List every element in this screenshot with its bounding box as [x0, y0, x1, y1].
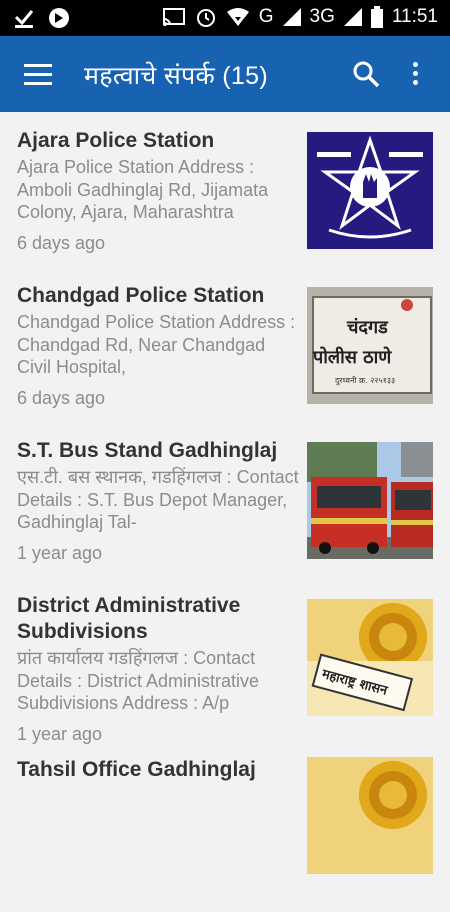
- network-type-label-2: 3G: [309, 6, 335, 27]
- app-bar: महत्वाचे संपर्क (15): [0, 36, 450, 112]
- more-vert-icon[interactable]: [410, 62, 420, 90]
- list-item[interactable]: S.T. Bus Stand Gadhinglaj एस.टी. बस स्था…: [0, 422, 450, 577]
- item-age: 1 year ago: [17, 724, 103, 744]
- item-age: 1 year ago: [17, 543, 103, 563]
- status-bar: G 3G 11:51: [0, 0, 450, 36]
- search-icon[interactable]: [352, 60, 380, 88]
- list-item[interactable]: Tahsil Office Gadhinglaj: [0, 757, 450, 912]
- item-description: प्रांत कार्यालय गडहिंगलज : Contact Detai…: [17, 648, 260, 713]
- contact-list: Ajara Police Station Ajara Police Statio…: [0, 112, 450, 912]
- item-title: Tahsil Office Gadhinglaj: [17, 758, 256, 781]
- item-description: एस.टी. बस स्थानक, गडहिंगलज : Contact Det…: [17, 467, 299, 532]
- item-age: 6 days ago: [17, 388, 106, 408]
- buses-thumbnail: [307, 442, 433, 559]
- wifi-icon: [226, 8, 249, 26]
- item-age: 6 days ago: [17, 233, 106, 253]
- signal-icon: [282, 8, 301, 26]
- list-item[interactable]: Chandgad Police Station Chandgad Police …: [0, 267, 450, 422]
- battery-icon: [370, 6, 383, 28]
- signal-icon-2: [343, 8, 362, 26]
- download-done-icon: [14, 10, 34, 28]
- item-title: S.T. Bus Stand Gadhinglaj: [17, 439, 278, 462]
- list-item[interactable]: Ajara Police Station Ajara Police Statio…: [0, 112, 450, 267]
- item-description: Ajara Police Station Address : Amboli Ga…: [17, 157, 269, 222]
- police-emblem-thumbnail: [307, 132, 433, 249]
- clock: 11:51: [391, 6, 438, 27]
- item-title: District Administrative Subdivisions: [17, 594, 241, 643]
- maharashtra-shasan-thumbnail: महाराष्ट्र शासन: [307, 599, 433, 716]
- page-title: महत्वाचे संपर्क (15): [84, 62, 268, 90]
- sign-phone: दुरध्वनी क्र. २२५१३३: [335, 375, 395, 386]
- app-notification-icon: [49, 8, 69, 28]
- item-description: Chandgad Police Station Address : Chandg…: [17, 312, 296, 377]
- list-item[interactable]: District Administrative Subdivisions प्र…: [0, 577, 450, 757]
- cast-icon: [162, 8, 185, 26]
- network-type-label: G: [258, 6, 274, 27]
- item-title: Chandgad Police Station: [17, 284, 265, 307]
- police-signboard-thumbnail: चंदगड पोलीस ठाणे दुरध्वनी क्र. २२५१३३: [307, 287, 433, 404]
- maharashtra-shasan-thumbnail: [307, 757, 433, 874]
- sign-line-2: पोलीस ठाणे: [312, 346, 392, 368]
- alarm-icon: [196, 9, 215, 27]
- item-title: Ajara Police Station: [17, 129, 215, 152]
- menu-icon[interactable]: [24, 64, 52, 85]
- sign-line-1: चंदगड: [346, 317, 389, 338]
